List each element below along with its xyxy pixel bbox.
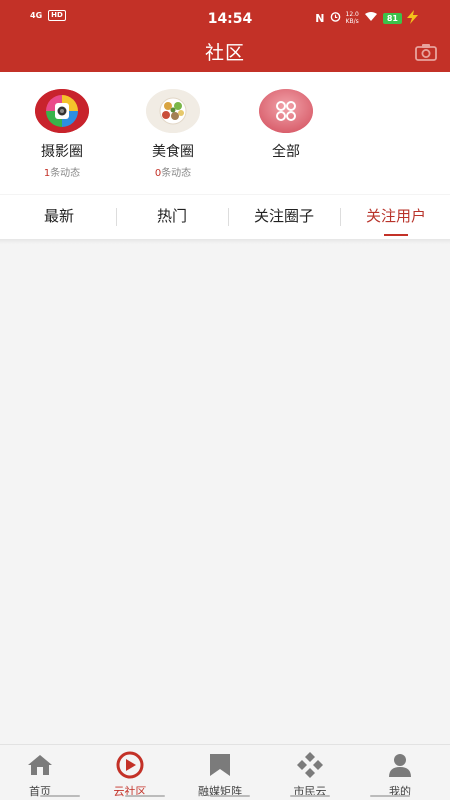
nfc-icon: N: [315, 11, 325, 25]
tab-label: 关注圈子: [253, 207, 314, 225]
circle-count: 1条动态: [7, 164, 117, 179]
tab-hot[interactable]: 热门: [116, 195, 228, 239]
alarm-icon: [330, 11, 341, 25]
tabbar-me[interactable]: 我的: [355, 751, 445, 799]
circle-name: 美食圈: [152, 144, 194, 160]
battery-level: 81: [382, 12, 402, 24]
tab-followed-users[interactable]: 关注用户: [340, 195, 450, 239]
active-tab-indicator: [384, 234, 408, 236]
count-suffix: 条动态: [161, 168, 192, 179]
tabbar-citizen-cloud[interactable]: 市民云: [265, 751, 355, 799]
tab-label: 最新: [43, 207, 74, 225]
charging-bolt-icon: [404, 9, 420, 28]
status-bar: 4G HD 14:54 N 12.0 KB/s 81: [0, 0, 450, 32]
circle-name: 全部: [272, 144, 300, 160]
circles-section: 摄影圈 1条动态 美食圈 0条动态 全部: [0, 72, 450, 194]
circle-all[interactable]: 全部: [231, 89, 341, 161]
feed-content[interactable]: [0, 244, 450, 744]
all-circles-icon: [259, 89, 313, 133]
bottom-tab-bar: 首页 云社区 融媒矩阵 市民云 我的: [0, 744, 450, 800]
page-title: 社区: [204, 42, 245, 64]
tab-latest[interactable]: 最新: [3, 195, 115, 239]
status-right: N 12.0 KB/s 81: [315, 11, 402, 25]
tab-followed-circles[interactable]: 关注圈子: [228, 195, 340, 239]
diamond-grid-icon: [295, 751, 325, 779]
feed-tabs: 最新 热门 关注圈子 关注用户: [0, 195, 450, 239]
circle-food[interactable]: 美食圈 0条动态: [118, 89, 228, 179]
photography-icon: [35, 89, 89, 133]
nav-indicator: [125, 795, 165, 797]
network-speed: 12.0 KB/s: [346, 11, 359, 25]
circle-photography[interactable]: 摄影圈 1条动态: [7, 89, 117, 179]
circle-count: 0条动态: [118, 164, 228, 179]
nav-indicator: [40, 795, 80, 797]
count-suffix: 条动态: [50, 168, 81, 179]
tab-label: 关注用户: [365, 207, 426, 225]
speed-unit: KB/s: [345, 18, 359, 25]
home-icon: [25, 751, 55, 779]
page-header: 社区: [0, 32, 450, 72]
tabbar-media-matrix[interactable]: 融媒矩阵: [175, 751, 265, 799]
tabbar-home[interactable]: 首页: [0, 751, 85, 799]
wifi-icon: [364, 11, 378, 25]
user-icon: [385, 751, 415, 779]
camera-icon[interactable]: [414, 42, 438, 62]
cloud-community-icon: [115, 751, 145, 779]
tabbar-cloud-community[interactable]: 云社区: [85, 751, 175, 799]
food-icon: [146, 89, 200, 133]
tab-label: 热门: [156, 207, 187, 225]
bookmark-icon: [205, 751, 235, 779]
nav-indicator: [210, 795, 250, 797]
nav-indicator: [290, 795, 330, 797]
nav-indicator: [370, 795, 410, 797]
circle-name: 摄影圈: [41, 144, 83, 160]
speed-value: 12.0: [345, 11, 359, 18]
